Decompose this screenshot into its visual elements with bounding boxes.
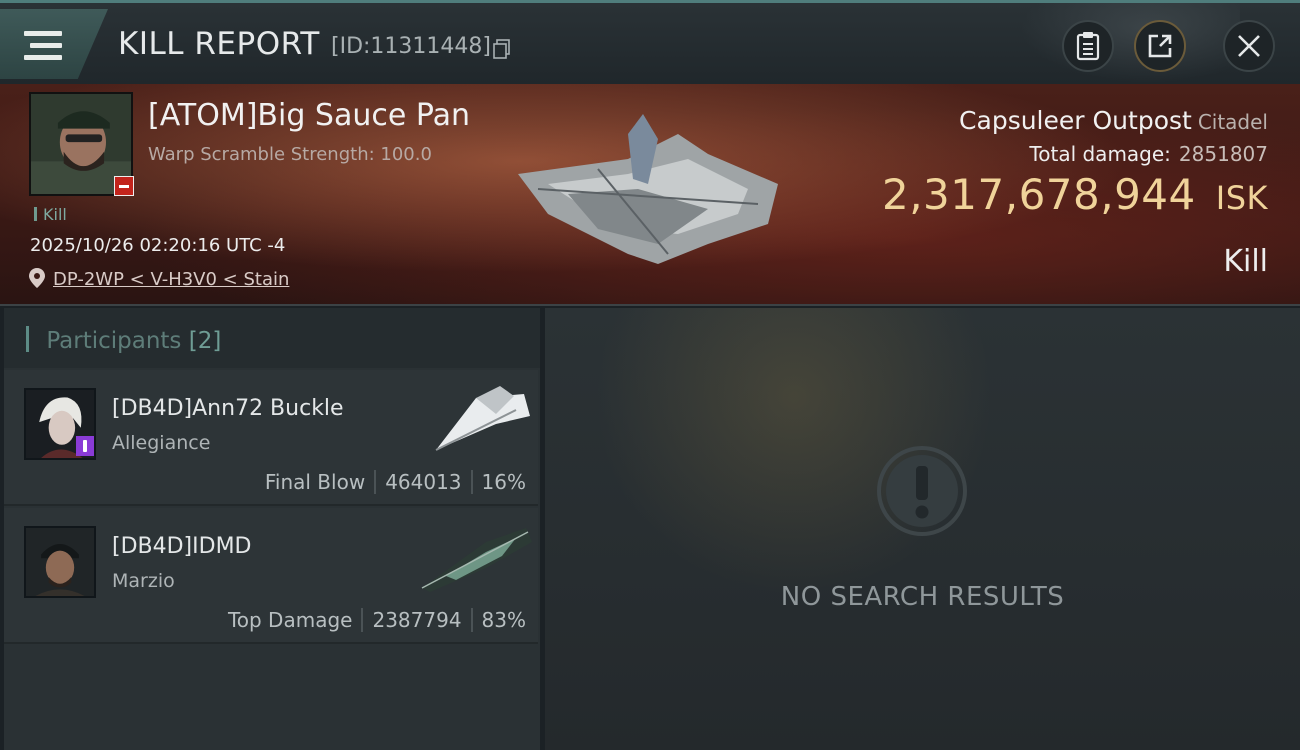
participants-panel: Participants [2] [DB4D]Ann72 Buckle Alle… — [4, 308, 540, 750]
participant-damage: 2387794 — [372, 608, 462, 632]
participant-row[interactable]: [DB4D]Ann72 Buckle Allegiance Final Blow… — [4, 370, 538, 506]
total-damage-value: 2851807 — [1178, 142, 1268, 166]
total-damage-label: Total damage: — [1029, 142, 1171, 166]
kill-banner: [ATOM]Big Sauce Pan Warp Scramble Streng… — [0, 84, 1300, 306]
participant-ship-image — [421, 528, 532, 592]
empty-state-message: NO SEARCH RESULTS — [780, 582, 1065, 612]
victim-status-badge — [114, 176, 134, 196]
participant-role: Top Damage — [227, 608, 353, 632]
participant-row[interactable]: [DB4D]IDMD Marzio Top Damage 2387794 83% — [4, 508, 538, 644]
participant-corp: Allegiance — [112, 432, 211, 454]
participants-count: [2] — [188, 328, 222, 354]
isk-unit: ISK — [1215, 179, 1268, 217]
participant-status-badge — [76, 436, 94, 456]
clipboard-icon — [1076, 32, 1100, 61]
menu-button[interactable] — [0, 9, 108, 79]
alert-icon — [877, 446, 967, 536]
isk-amount: 2,317,678,944 — [881, 170, 1196, 219]
kill-tag: Kill — [34, 205, 67, 224]
kill-timestamp: 2025/10/26 02:20:16 UTC -4 — [30, 235, 286, 256]
total-damage: Total damage: 2851807 — [1029, 142, 1268, 166]
isk-value: 2,317,678,944 ISK — [882, 170, 1268, 219]
participant-avatar[interactable] — [24, 526, 96, 598]
close-icon — [1238, 35, 1260, 57]
location-link[interactable]: DP-2WP < V-H3V0 < Stain — [53, 269, 289, 290]
participant-stats: Top Damage 2387794 83% — [228, 608, 526, 632]
participant-percent: 16% — [481, 470, 526, 494]
participant-percent: 83% — [481, 608, 526, 632]
target-class: Citadel — [1197, 110, 1268, 134]
participant-damage: 464013 — [385, 470, 462, 494]
participant-role: Final Blow — [264, 470, 366, 494]
target-name: Capsuleer Outpost Citadel — [959, 106, 1268, 135]
participant-stats: Final Blow 464013 16% — [265, 470, 526, 494]
result-label: Kill — [1223, 244, 1268, 279]
menu-icon — [24, 31, 62, 65]
share-icon — [1148, 34, 1172, 58]
report-id: [ID:11311448] — [331, 34, 491, 59]
copy-icon[interactable] — [493, 39, 511, 59]
clipboard-button[interactable] — [1062, 20, 1114, 72]
header-decoration — [1010, 3, 1240, 87]
participant-name[interactable]: [DB4D]Ann72 Buckle — [112, 396, 344, 421]
citadel-ship-image — [518, 114, 778, 264]
details-panel: NO SEARCH RESULTS — [545, 308, 1300, 750]
close-button[interactable] — [1223, 20, 1275, 72]
location-pin-icon — [29, 268, 45, 288]
header-bar: KILL REPORT [ID:11311448] — [0, 0, 1300, 87]
participant-name[interactable]: [DB4D]IDMD — [112, 534, 252, 559]
page-title: KILL REPORT — [118, 26, 320, 62]
victim-name[interactable]: [ATOM]Big Sauce Pan — [148, 98, 470, 133]
target-name-label: Capsuleer Outpost — [959, 106, 1192, 135]
participant-corp: Marzio — [112, 570, 175, 592]
participants-title: Participants [2] — [26, 326, 221, 354]
scramble-strength: Warp Scramble Strength: 100.0 — [148, 144, 432, 165]
participants-label: Participants — [46, 328, 182, 354]
participants-header: Participants [2] — [4, 308, 540, 368]
participant-ship-image — [435, 386, 530, 451]
share-button[interactable] — [1134, 20, 1186, 72]
